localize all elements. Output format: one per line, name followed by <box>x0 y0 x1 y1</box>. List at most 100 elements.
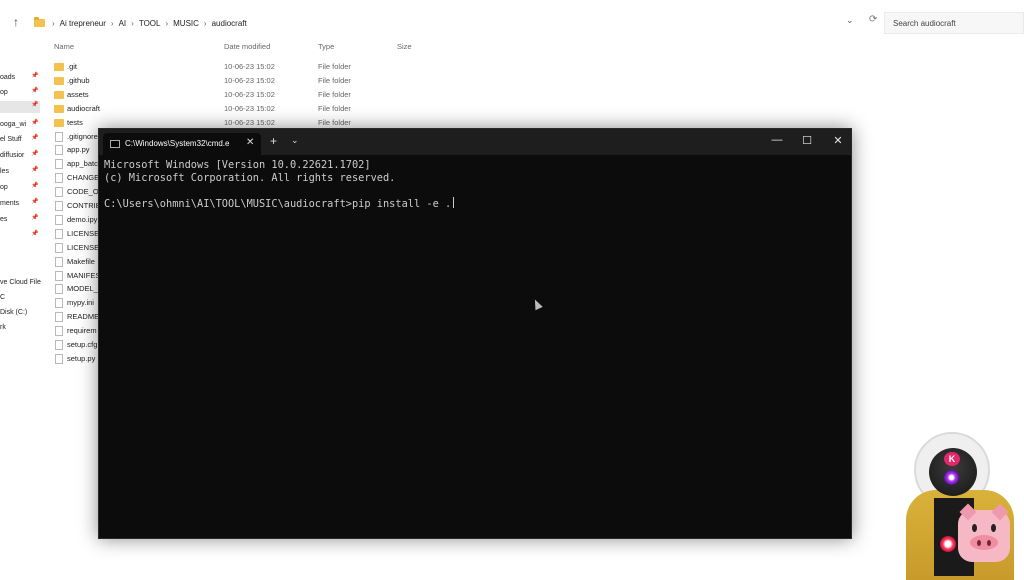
file-date: 10-06-23 15:02 <box>224 89 275 99</box>
pin-icon: 📌 <box>31 120 39 126</box>
pin-icon: 📌 <box>31 73 39 79</box>
file-name: app_batc <box>67 159 98 169</box>
breadcrumb-music[interactable]: MUSIC <box>173 19 199 28</box>
file-name: setup.py <box>67 353 96 363</box>
cmd-icon <box>110 140 120 148</box>
file-icon <box>55 284 63 295</box>
sidebar-item[interactable]: ments <box>0 198 19 210</box>
pin-icon: 📌 <box>31 102 39 108</box>
file-name: .git <box>67 62 78 71</box>
terminal-output[interactable]: Microsoft Windows [Version 10.0.22621.17… <box>104 159 455 210</box>
terminal-titlebar[interactable]: C:\Windows\System32\cmd.e ✕ + ⌄ — ☐ ✕ <box>99 129 851 155</box>
file-icon <box>55 353 63 364</box>
column-header-name[interactable]: Name <box>54 42 74 51</box>
pin-icon: 📌 <box>31 167 39 173</box>
folder-icon <box>54 76 64 85</box>
breadcrumb-ai-trepreneur[interactable]: Ai trepreneur <box>60 19 106 28</box>
file-name: setup.cfg <box>67 340 98 349</box>
sidebar-item[interactable]: ve Cloud File <box>0 277 41 289</box>
file-icon <box>55 214 63 225</box>
folder-icon <box>54 118 64 127</box>
sidebar-item[interactable]: op <box>0 87 8 99</box>
file-name: LICENSE <box>67 228 100 238</box>
chevron-down-icon[interactable]: ⌄ <box>291 135 299 146</box>
sidebar-item[interactable]: rk <box>0 322 6 334</box>
breadcrumb-ai[interactable]: AI <box>119 19 127 28</box>
folder-icon <box>34 17 45 27</box>
column-header-date[interactable]: Date modified <box>224 42 270 51</box>
file-type: File folder <box>318 75 351 85</box>
new-tab-icon[interactable]: + <box>270 134 277 148</box>
terminal-line: Microsoft Windows [Version 10.0.22621.17… <box>104 159 371 171</box>
breadcrumb-tool[interactable]: TOOL <box>139 19 161 28</box>
pig-logo-icon <box>958 503 1010 562</box>
address-bar[interactable]: › Ai trepreneur › AI › TOOL › MUSIC › au… <box>34 12 862 34</box>
sidebar-item[interactable]: el Stuff <box>0 134 22 146</box>
file-date: 10-06-23 15:02 <box>224 103 275 113</box>
maximize-icon[interactable]: ☐ <box>797 134 817 147</box>
sidebar-item[interactable]: op <box>0 182 8 194</box>
column-header-size[interactable]: Size <box>397 42 412 51</box>
folder-icon <box>54 63 64 71</box>
column-header-type[interactable]: Type <box>318 42 334 51</box>
file-name: app.py <box>67 145 90 155</box>
tab-title: C:\Windows\System32\cmd.e <box>125 139 230 148</box>
file-icon <box>55 340 63 350</box>
file-name: requirem <box>67 326 97 336</box>
file-icon <box>55 326 63 337</box>
breadcrumb-separator: › <box>131 18 134 28</box>
refresh-icon[interactable]: ⟳ <box>869 14 877 25</box>
file-name: READMEI <box>67 312 102 322</box>
close-icon[interactable]: ✕ <box>828 134 848 147</box>
sidebar-item[interactable]: ooga_wi <box>0 119 26 131</box>
file-icon <box>55 131 63 142</box>
breadcrumb-separator: › <box>165 18 169 28</box>
file-date: 10-06-23 15:02 <box>224 117 275 127</box>
file-icon <box>55 270 63 281</box>
close-tab-icon[interactable]: ✕ <box>246 137 254 148</box>
breadcrumb-audiocraft[interactable]: audiocraft <box>212 19 247 28</box>
file-type: File folder <box>318 103 351 113</box>
breadcrumb-separator: › <box>203 18 207 28</box>
pig-snout <box>970 535 998 550</box>
file-icon <box>55 256 63 267</box>
file-date: 10-06-23 15:02 <box>224 62 275 71</box>
avatar-eye <box>944 470 959 485</box>
file-name: tests <box>67 117 83 127</box>
terminal-tab[interactable]: C:\Windows\System32\cmd.e ✕ <box>103 133 261 155</box>
file-name: demo.ipy <box>67 214 98 224</box>
breadcrumb-separator: › <box>110 18 114 28</box>
file-icon <box>55 201 63 211</box>
file-type: File folder <box>318 117 351 127</box>
pin-icon: 📌 <box>31 215 39 221</box>
sidebar-item[interactable]: oads <box>0 72 15 84</box>
sidebar-item[interactable]: diffusior <box>0 150 24 162</box>
sidebar-item[interactable]: es <box>0 214 7 226</box>
terminal-command[interactable]: pip install -e . <box>352 198 451 210</box>
avatar-chest-light <box>940 536 956 552</box>
up-arrow-icon[interactable]: ↑ <box>13 15 19 29</box>
text-cursor <box>453 196 455 208</box>
minimize-icon[interactable]: — <box>767 134 787 146</box>
file-icon <box>55 159 63 170</box>
pin-icon: 📌 <box>31 183 39 189</box>
file-name: .gitignore <box>67 131 98 141</box>
terminal-window[interactable]: C:\Windows\System32\cmd.e ✕ + ⌄ — ☐ ✕ Mi… <box>98 128 852 539</box>
avatar-badge: K <box>944 452 960 466</box>
file-name: assets <box>67 89 89 99</box>
file-date: 10-06-23 15:02 <box>224 75 275 85</box>
file-icon <box>55 173 63 184</box>
terminal-line: (c) Microsoft Corporation. All rights re… <box>104 171 396 184</box>
sidebar-item[interactable]: les <box>0 166 9 178</box>
address-bar-row: ↑ › Ai trepreneur › AI › TOOL › MUSIC › … <box>0 10 1024 36</box>
sidebar-item[interactable]: C <box>0 292 5 304</box>
chevron-down-icon[interactable]: ⌄ <box>846 15 854 26</box>
search-input[interactable]: Search audiocraft <box>884 12 1024 34</box>
pin-icon: 📌 <box>31 88 39 94</box>
pin-icon: 📌 <box>31 151 39 157</box>
file-name: Makefile <box>67 256 95 266</box>
sidebar-item[interactable]: Disk (C:) <box>0 307 27 319</box>
pig-eye <box>972 524 977 532</box>
folder-icon <box>54 90 64 99</box>
file-name: MANIFES <box>67 270 101 280</box>
